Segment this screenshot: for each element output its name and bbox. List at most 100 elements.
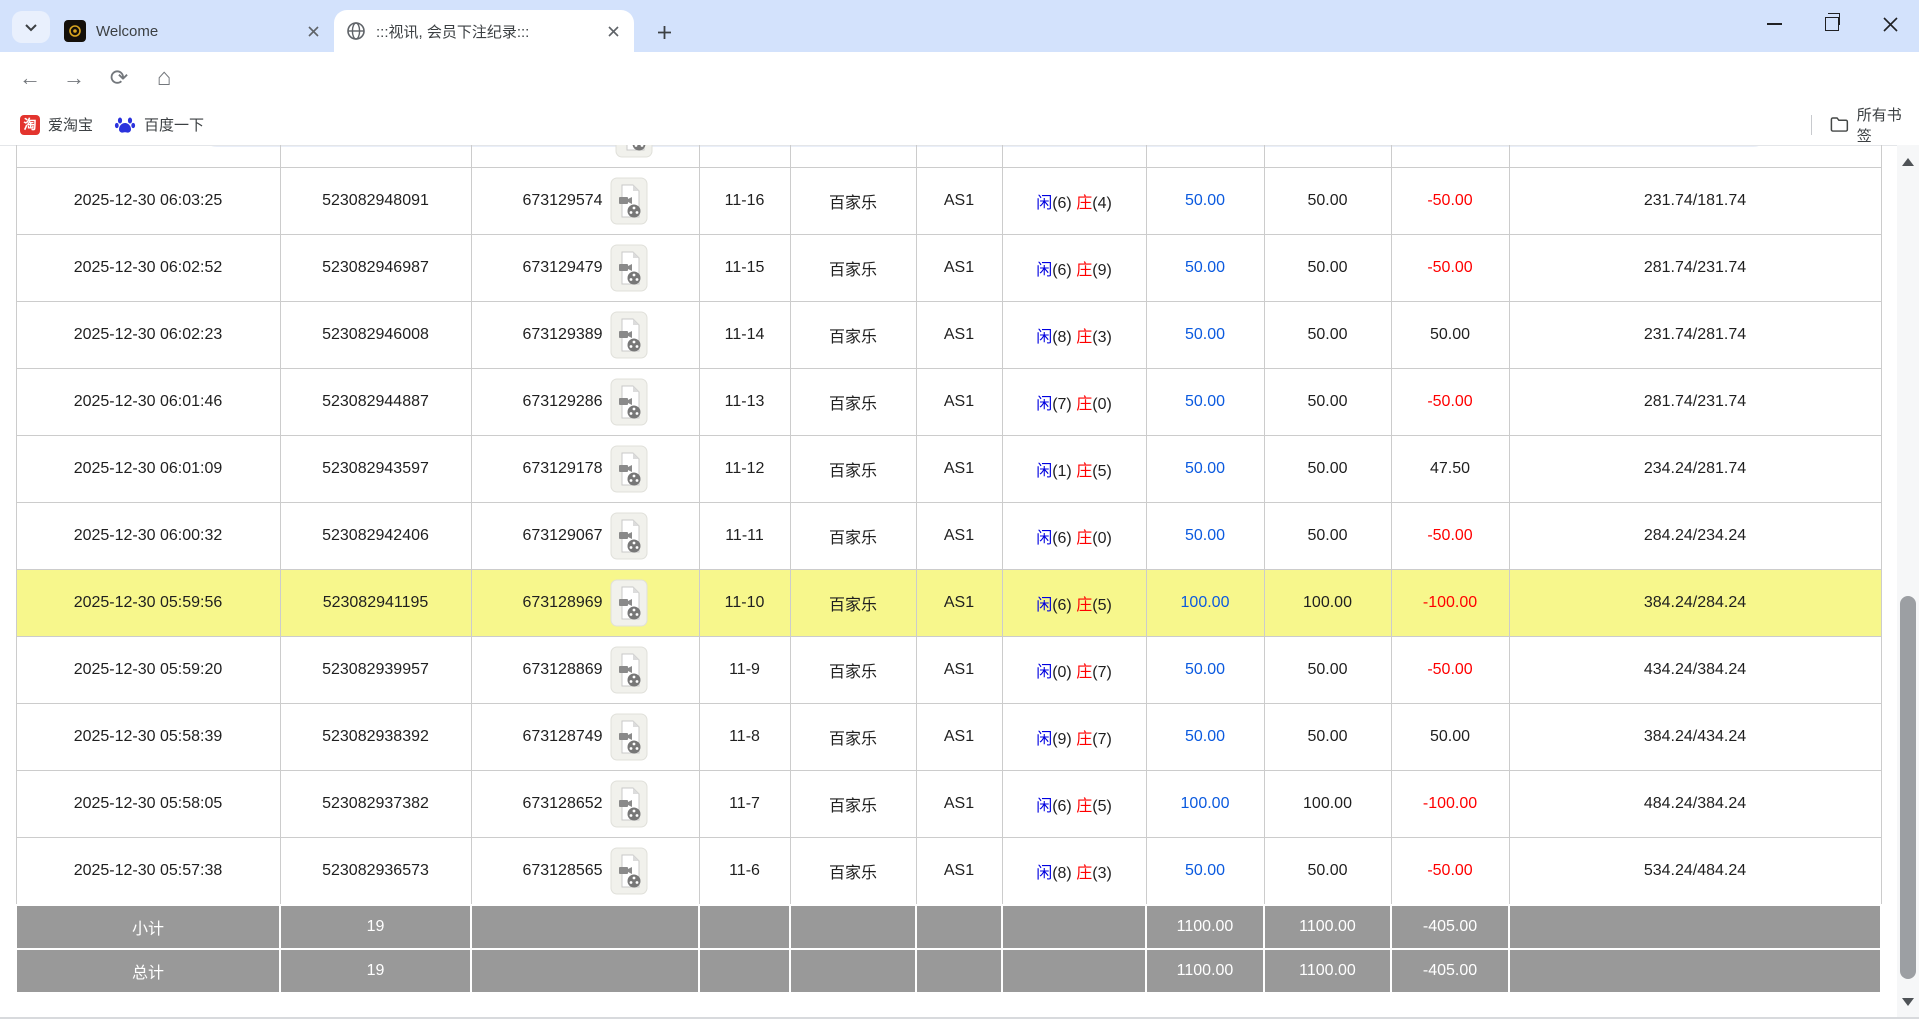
total-count: 19 (280, 949, 471, 993)
video-replay-icon[interactable] (610, 847, 648, 895)
video-icon-clipped[interactable] (615, 145, 653, 158)
cell-bet-amount[interactable]: 50.00 (1146, 503, 1264, 570)
table-row: 2025-12-30 05:58:05 523082937382 6731286… (16, 771, 1881, 838)
cell-bet-amount[interactable]: 50.00 (1146, 302, 1264, 369)
player-result: 闲 (1036, 463, 1052, 480)
banker-result: 庄 (1076, 731, 1092, 748)
tab-close-icon[interactable] (604, 22, 622, 40)
banker-points: (7) (1092, 731, 1112, 748)
game-id-text: 673129178 (522, 460, 602, 478)
bet-table-body: 2025-12-30 06:03:25 523082948091 6731295… (16, 145, 1881, 905)
cell-bet-amount[interactable]: 100.00 (1146, 570, 1264, 637)
cell-round: 11-8 (699, 704, 790, 771)
tab-welcome[interactable]: Welcome (52, 10, 334, 52)
cell-result: 闲(6) 庄(5) (1002, 570, 1146, 637)
cell-table: AS1 (916, 637, 1002, 704)
game-id-text: 673128565 (522, 862, 602, 880)
cell-bet-time: 2025-12-30 05:57:38 (16, 838, 280, 906)
forward-button[interactable]: → (58, 62, 90, 94)
tab-bet-record[interactable]: :::视讯, 会员下注纪录::: (334, 10, 634, 52)
cell-win-loss: -100.00 (1391, 771, 1509, 838)
page-scrollbar[interactable] (1897, 145, 1919, 1019)
player-result: 闲 (1036, 731, 1052, 748)
cell-bet-amount[interactable]: 50.00 (1146, 168, 1264, 235)
table-row: 2025-12-30 06:01:46 523082944887 6731292… (16, 369, 1881, 436)
player-points: (1) (1052, 463, 1072, 480)
cell-table: AS1 (916, 369, 1002, 436)
cell-round: 11-10 (699, 570, 790, 637)
cell-balance: 234.24/281.74 (1509, 436, 1881, 503)
player-points: (8) (1052, 329, 1072, 346)
video-replay-icon[interactable] (610, 646, 648, 694)
cell-win-loss: -50.00 (1391, 503, 1509, 570)
cell-valid-amount: 50.00 (1264, 704, 1391, 771)
cell-result: 闲(1) 庄(5) (1002, 436, 1146, 503)
home-button[interactable]: ⌂ (148, 62, 180, 94)
cell-bet-amount[interactable]: 50.00 (1146, 838, 1264, 906)
banker-result: 庄 (1076, 865, 1092, 882)
cell-win-loss: -50.00 (1391, 637, 1509, 704)
restore-button[interactable] (1803, 0, 1861, 48)
video-replay-icon[interactable] (610, 378, 648, 426)
banker-points: (3) (1092, 329, 1112, 346)
cell-bet-id: 523082941195 (280, 570, 471, 637)
game-id-text: 673128869 (522, 661, 602, 679)
table-row: 2025-12-30 06:02:52 523082946987 6731294… (16, 235, 1881, 302)
game-id-text: 673129574 (522, 192, 602, 210)
video-replay-icon[interactable] (610, 445, 648, 493)
cell-bet-amount[interactable]: 100.00 (1146, 771, 1264, 838)
table-row: 2025-12-30 05:59:20 523082939957 6731288… (16, 637, 1881, 704)
tab-close-icon[interactable] (304, 22, 322, 40)
welcome-favicon-icon (64, 20, 86, 42)
back-button[interactable]: ← (14, 62, 46, 94)
cell-balance: 231.74/181.74 (1509, 168, 1881, 235)
player-points: (6) (1052, 530, 1072, 547)
cell-bet-amount[interactable]: 50.00 (1146, 704, 1264, 771)
all-bookmarks-button[interactable]: 所有书签 (1824, 111, 1919, 138)
player-result: 闲 (1036, 396, 1052, 413)
cell-game-type: 百家乐 (790, 771, 916, 838)
video-replay-icon[interactable] (610, 512, 648, 560)
video-replay-icon[interactable] (610, 311, 648, 359)
cell-bet-time: 2025-12-30 06:01:09 (16, 436, 280, 503)
cell-bet-amount[interactable]: 50.00 (1146, 369, 1264, 436)
cell-bet-amount[interactable]: 50.00 (1146, 637, 1264, 704)
scroll-down-arrow-icon[interactable] (1897, 989, 1919, 1015)
minimize-button[interactable] (1745, 0, 1803, 48)
game-id-text: 673128749 (522, 728, 602, 746)
cell-game-id: 673128565 (471, 838, 699, 906)
bookmark-aitaobao[interactable]: 淘 爱淘宝 (14, 111, 99, 138)
total-winloss: -405.00 (1391, 949, 1509, 993)
cell-bet-amount[interactable]: 50.00 (1146, 235, 1264, 302)
new-tab-button[interactable] (650, 18, 678, 46)
folder-icon (1830, 116, 1849, 133)
cell-bet-id: 523082943597 (280, 436, 471, 503)
tab-search-button[interactable] (12, 11, 50, 43)
player-points: (6) (1052, 798, 1072, 815)
reload-button[interactable]: ⟳ (103, 62, 135, 94)
video-replay-icon[interactable] (610, 177, 648, 225)
table-row: 2025-12-30 05:57:38 523082936573 6731285… (16, 838, 1881, 906)
total-row: 总计 19 1100.00 1100.00 -405.00 (16, 949, 1881, 993)
cell-game-id: 673128869 (471, 637, 699, 704)
close-button[interactable] (1861, 0, 1919, 48)
banker-points: (4) (1092, 195, 1112, 212)
cell-valid-amount: 50.00 (1264, 302, 1391, 369)
video-replay-icon[interactable] (610, 713, 648, 761)
bookmark-baidu[interactable]: 百度一下 (108, 111, 210, 138)
cell-table: AS1 (916, 302, 1002, 369)
player-result: 闲 (1036, 865, 1052, 882)
scrollbar-thumb[interactable] (1900, 596, 1916, 979)
cell-round: 11-14 (699, 302, 790, 369)
cell-bet-amount[interactable]: 50.00 (1146, 436, 1264, 503)
banker-points: (0) (1092, 396, 1112, 413)
game-id-text: 673129389 (522, 326, 602, 344)
scroll-up-arrow-icon[interactable] (1897, 149, 1919, 175)
cell-round: 11-16 (699, 168, 790, 235)
video-replay-icon[interactable] (610, 579, 648, 627)
restore-icon (1825, 17, 1839, 31)
video-replay-icon[interactable] (610, 244, 648, 292)
game-id-text: 673129286 (522, 393, 602, 411)
cell-result: 闲(0) 庄(7) (1002, 637, 1146, 704)
video-replay-icon[interactable] (610, 780, 648, 828)
